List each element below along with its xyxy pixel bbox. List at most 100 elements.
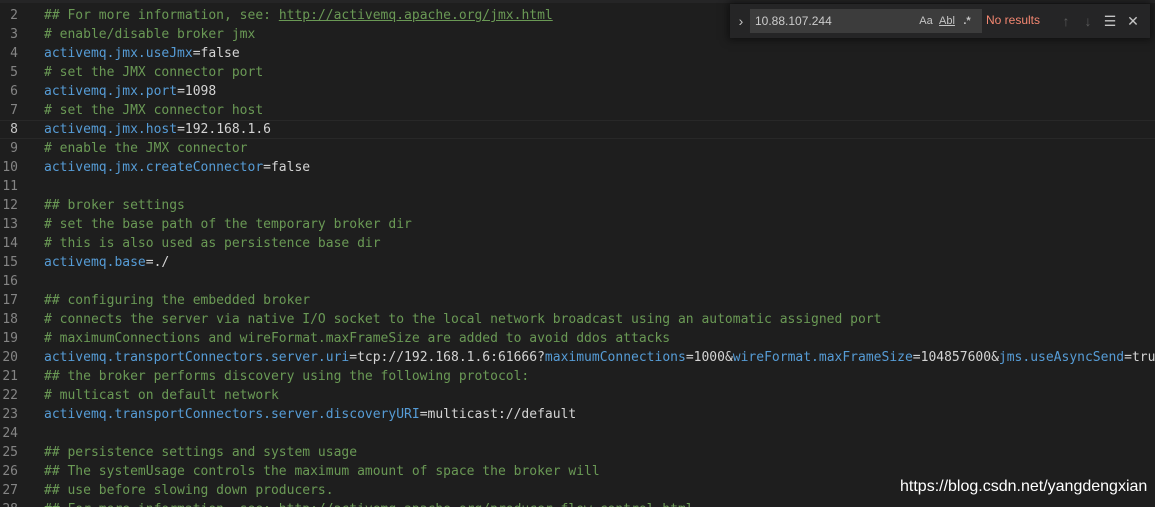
line-content: # enable/disable broker jmx: [44, 25, 255, 44]
line-number: 10: [2, 160, 18, 175]
code-token: =false: [263, 160, 311, 175]
line-content: ## For more information, see: http://act…: [44, 6, 553, 25]
code-line[interactable]: 21 ## the broker performs discovery using…: [0, 367, 1155, 386]
line-number: 7: [10, 103, 18, 118]
line-number: 13: [2, 217, 18, 232]
line-number: 25: [2, 445, 18, 460]
line-number: 2: [10, 8, 18, 23]
line-content: ## use before slowing down producers.: [44, 481, 334, 500]
use-regex-toggle[interactable]: .*: [958, 12, 976, 30]
code-line[interactable]: 7 # set the JMX connector host: [0, 101, 1155, 120]
code-token: # set the base path of the temporary bro…: [44, 217, 412, 232]
code-token: ## The systemUsage controls the maximum …: [44, 464, 600, 479]
code-line[interactable]: 12 ## broker settings: [0, 196, 1155, 215]
line-content: # set the base path of the temporary bro…: [44, 215, 412, 234]
code-token: ## broker settings: [44, 198, 185, 213]
code-token: =multicast://default: [419, 407, 577, 422]
code-line[interactable]: 23 activemq.transportConnectors.server.di…: [0, 405, 1155, 424]
code-line[interactable]: 25 ## persistence settings and system usa…: [0, 443, 1155, 462]
code-line[interactable]: 11: [0, 177, 1155, 196]
code-token: # enable/disable broker jmx: [44, 27, 256, 42]
line-number: 17: [2, 293, 18, 308]
line-number: 23: [2, 407, 18, 422]
code-line[interactable]: 19 # maximumConnections and wireFormat.ma…: [0, 329, 1155, 348]
line-content: ## configuring the embedded broker: [44, 291, 310, 310]
line-content: activemq.transportConnectors.server.uri=…: [44, 348, 1155, 367]
code-line[interactable]: 9 # enable the JMX connector: [0, 139, 1155, 158]
code-token: ## For more information, see: http://act…: [44, 502, 694, 507]
code-line[interactable]: 24: [0, 424, 1155, 443]
line-content: # this is also used as persistence base …: [44, 234, 381, 253]
line-number: 16: [2, 274, 18, 289]
code-token: =./: [145, 255, 170, 270]
line-content: ## persistence settings and system usage: [44, 443, 357, 462]
code-token: # set the JMX connector port: [44, 65, 264, 80]
line-number: 26: [2, 464, 18, 479]
code-token: =tcp://192.168.1.6:61666?: [349, 350, 545, 365]
editor-top-border: [0, 0, 1155, 3]
line-number: 12: [2, 198, 18, 213]
match-whole-word-toggle[interactable]: Abl: [938, 12, 956, 30]
watermark-text: https://blog.csdn.net/yangdengxian: [900, 478, 1148, 495]
chevron-right-icon[interactable]: ›: [734, 11, 748, 31]
line-content: # set the JMX connector port: [44, 63, 263, 82]
code-line[interactable]: 22 # multicast on default network: [0, 386, 1155, 405]
code-link[interactable]: http://activemq.apache.org/jmx.html: [279, 8, 553, 23]
line-content: ## the broker performs discovery using t…: [44, 367, 529, 386]
arrow-down-icon[interactable]: ↓: [1079, 11, 1097, 31]
code-line[interactable]: 4 activemq.jmx.useJmx=false: [0, 44, 1155, 63]
code-token: # maximumConnections and wireFormat.maxF…: [44, 331, 671, 346]
line-number: 19: [2, 331, 18, 346]
code-editor[interactable]: 2 ## For more information, see: http://ac…: [0, 0, 1155, 507]
close-icon[interactable]: ✕: [1124, 11, 1142, 31]
code-token: maximumConnections: [544, 350, 686, 365]
line-content: # connects the server via native I/O soc…: [44, 310, 881, 329]
line-number: 4: [10, 46, 18, 61]
code-line[interactable]: 13 # set the base path of the temporary b…: [0, 215, 1155, 234]
code-token: wireFormat.maxFrameSize: [732, 350, 913, 365]
code-token: # this is also used as persistence base …: [44, 236, 381, 251]
line-content: activemq.base=./: [44, 253, 169, 272]
code-token: ## configuring the embedded broker: [44, 293, 311, 308]
code-line[interactable]: 8 activemq.jmx.host=192.168.1.6: [0, 120, 1155, 139]
line-content: activemq.jmx.port=1098: [44, 82, 216, 101]
code-token: # connects the server via native I/O soc…: [44, 312, 882, 327]
editor-lines[interactable]: 2 ## For more information, see: http://ac…: [0, 6, 1155, 507]
code-token: activemq.jmx.createConnector: [44, 160, 264, 175]
code-token: # enable the JMX connector: [44, 141, 248, 156]
line-content: ## The systemUsage controls the maximum …: [44, 462, 600, 481]
code-line[interactable]: 20 activemq.transportConnectors.server.ur…: [0, 348, 1155, 367]
code-token: activemq.jmx.useJmx: [44, 46, 193, 61]
code-line[interactable]: 6 activemq.jmx.port=1098: [0, 82, 1155, 101]
code-line[interactable]: 17 ## configuring the embedded broker: [0, 291, 1155, 310]
line-number: 14: [2, 236, 18, 251]
arrow-up-icon[interactable]: ↑: [1057, 11, 1075, 31]
find-input[interactable]: [755, 9, 913, 33]
code-token: =1098: [177, 84, 217, 99]
line-content: ## broker settings: [44, 196, 185, 215]
code-token: ## persistence settings and system usage: [44, 445, 358, 460]
line-content: activemq.jmx.host=192.168.1.6: [44, 120, 271, 139]
code-token: activemq.base: [44, 255, 146, 270]
code-line[interactable]: 18 # connects the server via native I/O s…: [0, 310, 1155, 329]
code-token: =false: [192, 46, 240, 61]
code-line[interactable]: 5 # set the JMX connector port: [0, 63, 1155, 82]
line-content: ## For more information, see: http://act…: [44, 500, 694, 507]
match-case-toggle[interactable]: Aa: [917, 12, 935, 30]
code-line[interactable]: 15 activemq.base=./: [0, 253, 1155, 272]
list-lines-icon[interactable]: ☰: [1101, 11, 1119, 31]
code-line[interactable]: 16: [0, 272, 1155, 291]
line-content: # enable the JMX connector: [44, 139, 248, 158]
find-result-status: No results: [986, 13, 1041, 27]
code-line[interactable]: 28 ## For more information, see: http://a…: [0, 500, 1155, 507]
code-token: =1000&: [685, 350, 733, 365]
line-number: 20: [2, 350, 18, 365]
line-content: activemq.transportConnectors.server.disc…: [44, 405, 576, 424]
code-token: activemq.transportConnectors.server.uri: [44, 350, 350, 365]
line-number: 5: [10, 65, 18, 80]
line-content: activemq.jmx.useJmx=false: [44, 44, 240, 63]
line-content: # maximumConnections and wireFormat.maxF…: [44, 329, 670, 348]
code-line[interactable]: 10 activemq.jmx.createConnector=false: [0, 158, 1155, 177]
code-line[interactable]: 14 # this is also used as persistence bas…: [0, 234, 1155, 253]
line-number: 3: [10, 27, 18, 42]
